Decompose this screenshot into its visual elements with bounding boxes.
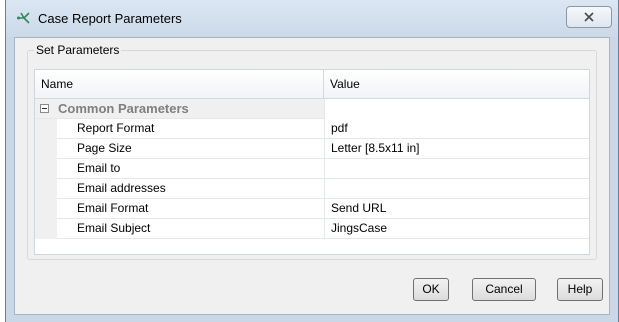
close-button[interactable] <box>566 6 612 28</box>
param-name: Email Format <box>77 201 149 215</box>
title-bar[interactable]: Case Report Parameters <box>6 0 618 37</box>
set-parameters-group: Set Parameters Name Value Common Paramet… <box>27 43 597 260</box>
param-value[interactable]: Send URL <box>324 199 589 219</box>
row-gutter <box>35 219 57 239</box>
row-gutter <box>35 139 57 159</box>
parameter-grid: Name Value Common Parameters Report Form… <box>34 69 590 255</box>
param-row-page-size[interactable]: Page Size Letter [8.5x11 in] <box>35 139 589 159</box>
row-gutter <box>35 159 57 179</box>
column-header-name[interactable]: Name <box>35 70 324 98</box>
dialog-window: Case Report Parameters Set Parameters Na… <box>5 0 619 322</box>
param-value[interactable] <box>324 159 589 179</box>
row-gutter <box>35 199 57 219</box>
param-row-email-format[interactable]: Email Format Send URL <box>35 199 589 219</box>
cancel-button[interactable]: Cancel <box>472 278 536 301</box>
ok-button[interactable]: OK <box>413 278 449 301</box>
dialog-title: Case Report Parameters <box>38 11 182 26</box>
param-name: Email to <box>77 161 121 175</box>
param-value[interactable]: pdf <box>324 119 589 139</box>
dialog-body: Set Parameters Name Value Common Paramet… <box>14 37 610 315</box>
group-legend: Set Parameters <box>34 43 122 57</box>
param-row-email-subject[interactable]: Email Subject JingsCase <box>35 219 589 239</box>
category-common-parameters[interactable]: Common Parameters <box>35 99 589 119</box>
param-name: Email addresses <box>77 181 166 195</box>
hierarchy-node-icon <box>16 10 32 26</box>
param-row-report-format[interactable]: Report Format pdf <box>35 119 589 139</box>
category-value-cell <box>324 99 589 119</box>
category-label: Common Parameters <box>58 101 189 116</box>
row-gutter <box>35 119 57 139</box>
param-row-email-addresses[interactable]: Email addresses <box>35 179 589 199</box>
param-name: Email Subject <box>77 221 151 235</box>
help-button[interactable]: Help <box>557 278 603 301</box>
row-gutter <box>35 179 57 199</box>
column-header-value[interactable]: Value <box>324 70 589 98</box>
param-name: Report Format <box>77 121 155 135</box>
collapse-icon[interactable] <box>40 104 49 113</box>
grid-header: Name Value <box>35 70 589 99</box>
param-name: Page Size <box>77 141 132 155</box>
param-value[interactable] <box>324 179 589 199</box>
close-x-icon <box>584 12 594 22</box>
param-value[interactable]: JingsCase <box>324 219 589 239</box>
param-row-email-to[interactable]: Email to <box>35 159 589 179</box>
param-value[interactable]: Letter [8.5x11 in] <box>324 139 589 159</box>
